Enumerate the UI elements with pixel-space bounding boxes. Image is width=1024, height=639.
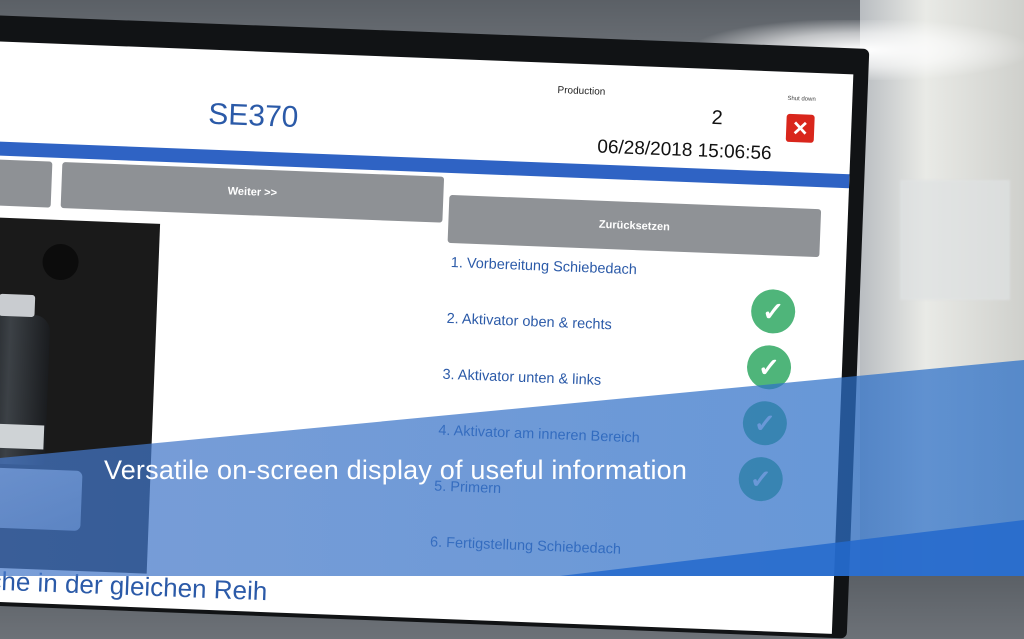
camera-view (0, 217, 161, 574)
production-label: Production (557, 84, 606, 98)
step-item-1[interactable]: 1. Vorbereitung Schiebedach (450, 255, 637, 278)
step-item-2[interactable]: 2. Aktivator oben & rechts (446, 311, 612, 333)
step-item-3[interactable]: 3. Aktivator unten & links (442, 367, 601, 389)
check-icon-step-2: ✓ (750, 288, 797, 335)
shutdown-close-button[interactable]: ✕ (785, 113, 815, 143)
next-button-label: Weiter >> (227, 185, 278, 200)
bottle-image (0, 293, 51, 466)
datetime-display: 06/28/2018 15:06:56 (596, 136, 772, 165)
cloth-image (0, 466, 83, 531)
background-sign (900, 180, 1010, 300)
step-item-4[interactable]: 4. Aktivator am inneren Bereich (438, 423, 640, 447)
caption-text: Versatile on-screen display of useful in… (104, 455, 688, 485)
monitor: Production 2 Shut down ✕ SE370 06/28/201… (0, 14, 870, 639)
check-icon-step-4: ✓ (742, 400, 788, 447)
production-count: 2 (711, 106, 724, 130)
back-button[interactable] (0, 159, 53, 208)
step-item-6[interactable]: 6. Fertigstellung Schiebedach (430, 534, 622, 557)
bottom-partial-text: eiche in der gleichen Reih (0, 564, 268, 607)
next-button[interactable]: Weiter >> (60, 162, 445, 223)
reset-button-label: Zurücksetzen (598, 218, 671, 234)
reset-button[interactable]: Zurücksetzen (447, 194, 822, 258)
shutdown-label: Shut down (787, 95, 816, 103)
check-icon-step-3: ✓ (746, 344, 792, 391)
close-icon: ✕ (791, 117, 810, 141)
hmi-screen: Production 2 Shut down ✕ SE370 06/28/201… (0, 41, 854, 634)
camera-hole (41, 243, 80, 281)
page-title: SE370 (207, 97, 299, 135)
check-icon-step-5: ✓ (737, 456, 784, 502)
